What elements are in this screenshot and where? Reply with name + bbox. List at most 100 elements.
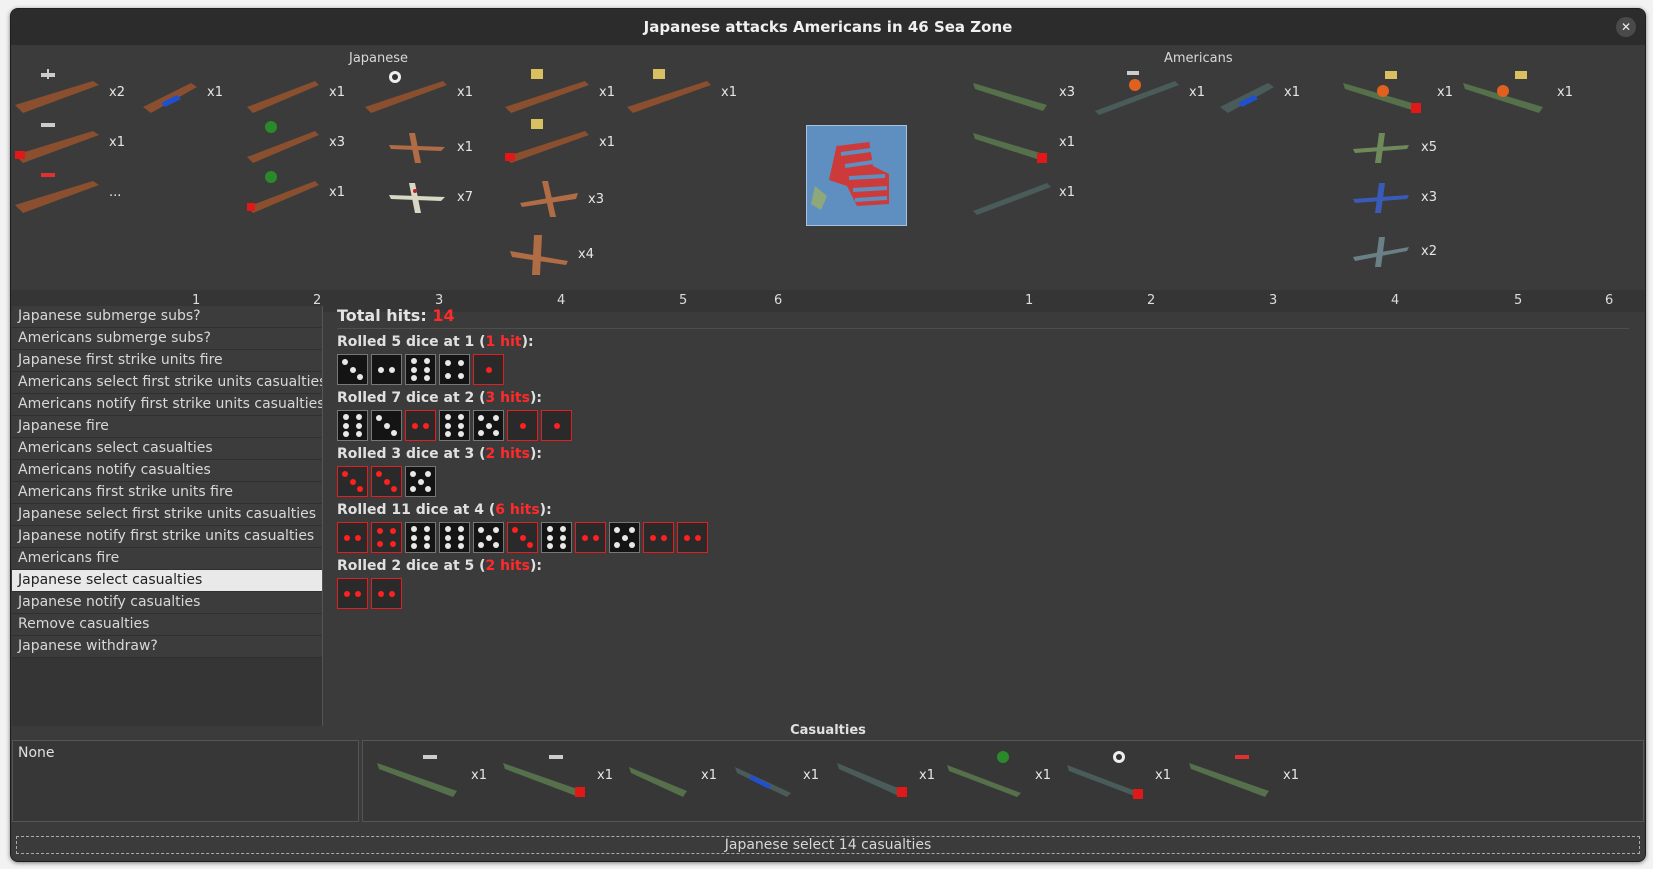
japanese-unit-carrier: x2 — [11, 67, 125, 117]
japanese-unit-heavy-bomber: x4 — [506, 231, 594, 277]
american-unit-fighter: x5 — [1349, 127, 1437, 167]
die-hit-icon — [473, 354, 504, 385]
american-unit-transport: x3 — [969, 67, 1075, 117]
carrier-damaged-icon — [503, 755, 585, 797]
die-icon — [337, 354, 368, 385]
roll-hits: 3 hits — [485, 390, 530, 406]
american-unit-battleship-burning-damaged: x1 — [1339, 67, 1453, 117]
battle-step-item[interactable]: Americans submerge subs? — [12, 328, 322, 350]
die-hit-icon — [507, 522, 538, 553]
casualties-none-panel: None — [12, 740, 359, 822]
battle-window: Japanese attacks Americans in 46 Sea Zon… — [10, 8, 1646, 862]
dice-row — [337, 466, 1637, 497]
sea-zone-map — [806, 125, 907, 226]
die-icon — [473, 522, 504, 553]
dice-row — [337, 354, 1637, 385]
casualties-units-panel: x1 x1 x1 x1 x1 x1 x1 x1 — [362, 740, 1644, 822]
die-icon — [405, 466, 436, 497]
battle-step-item[interactable]: Americans notify first strike units casu… — [12, 394, 322, 416]
die-hit-icon — [337, 522, 368, 553]
battleship-burning-damaged-icon — [1343, 71, 1421, 113]
battle-step-item[interactable]: Japanese withdraw? — [12, 636, 322, 658]
die-icon — [405, 522, 436, 553]
die-icon — [541, 522, 572, 553]
battleship-target-damaged-icon — [1067, 751, 1143, 799]
fighter-blue-icon — [1353, 183, 1409, 213]
japanese-unit-carrier-red-marker: ... — [11, 167, 121, 217]
heavy-bomber-icon — [510, 235, 568, 275]
bomber-icon — [520, 181, 578, 217]
sea-zone-map-icon — [807, 126, 906, 225]
cruiser-green-icon — [247, 121, 319, 163]
japanese-label: Japanese — [349, 51, 409, 66]
carrier-red-marker-icon — [1189, 755, 1269, 797]
battle-step-item[interactable]: Japanese submerge subs? — [12, 306, 322, 328]
casualty-unit-carrier-damaged: x1 — [499, 747, 613, 803]
roll-header: Rolled 7 dice at 2 (3 hits): — [337, 390, 542, 406]
battleship-target-icon — [365, 71, 447, 113]
roll-header: Rolled 5 dice at 1 (1 hit): — [337, 334, 534, 350]
total-hits: Total hits: 14 — [337, 306, 455, 325]
battle-step-item[interactable]: Remove casualties — [12, 614, 322, 636]
fighter-icon — [1353, 133, 1409, 163]
die-hit-icon — [337, 578, 368, 609]
battle-step-item[interactable]: Japanese select casualties — [12, 570, 322, 592]
battle-steps-list[interactable]: Japanese submerge subs? Americans submerg… — [12, 306, 323, 726]
status-bar: Japanese select 14 casualties — [16, 836, 1640, 854]
die-hit-icon — [371, 522, 402, 553]
american-unit-submarine: x1 — [1216, 67, 1300, 117]
roll-header: Rolled 11 dice at 4 (6 hits): — [337, 502, 552, 518]
japanese-unit-submarine: x1 — [139, 67, 223, 117]
die-hit-icon — [371, 466, 402, 497]
roll-header: Rolled 3 dice at 3 (2 hits): — [337, 446, 542, 462]
casualty-unit-carrier: x1 — [373, 747, 487, 803]
battle-step-item[interactable]: Japanese first strike units fire — [12, 350, 322, 372]
transport-grey-icon — [973, 183, 1051, 215]
die-hit-icon — [337, 466, 368, 497]
battle-step-item[interactable]: Americans select first strike units casu… — [12, 372, 322, 394]
japanese-unit-battleship: x1 — [501, 67, 615, 117]
transport-icon — [973, 83, 1047, 111]
die-icon — [405, 354, 436, 385]
roll-hits: 2 hits — [485, 558, 530, 574]
roll-hits: 2 hits — [485, 446, 530, 462]
battleship-icon — [505, 69, 589, 113]
battle-step-item[interactable]: Japanese notify casualties — [12, 592, 322, 614]
battleship-col5-icon — [627, 69, 711, 113]
casualties-none-label: None — [18, 745, 55, 761]
die-hit-icon — [643, 522, 674, 553]
fighter-icon — [389, 133, 445, 163]
transport-damaged-icon — [973, 133, 1047, 163]
american-unit-transport-grey: x1 — [969, 167, 1075, 217]
carrier-icon — [377, 755, 457, 797]
submarine-icon — [1220, 83, 1274, 113]
roll-header: Rolled 2 dice at 5 (2 hits): — [337, 558, 542, 574]
battle-step-item[interactable]: Japanese fire — [12, 416, 322, 438]
japanese-unit-fighter: x1 — [385, 127, 473, 167]
battle-step-item[interactable]: Americans first strike units fire — [12, 482, 322, 504]
american-unit-carrier-burning: x1 — [1091, 67, 1205, 117]
americans-label: Americans — [1164, 51, 1233, 66]
dice-row — [337, 410, 1637, 441]
battle-step-item[interactable]: Americans select casualties — [12, 438, 322, 460]
american-unit-fighter-blue: x3 — [1349, 177, 1437, 217]
battle-step-item[interactable]: Americans fire — [12, 548, 322, 570]
roll-hits: 1 hit — [485, 334, 522, 350]
die-icon — [439, 410, 470, 441]
roll-hits: 6 hits — [495, 502, 540, 518]
japanese-unit-bomber: x3 — [516, 177, 604, 221]
divider — [337, 328, 1629, 329]
close-icon[interactable]: ✕ — [1616, 17, 1636, 37]
dice-results-panel: Total hits: 14 Rolled 5 dice at 1 (1 hit… — [337, 306, 1637, 609]
battle-step-item[interactable]: Japanese notify first strike units casua… — [12, 526, 322, 548]
japanese-unit-carrier-damaged: x1 — [11, 117, 125, 167]
fighter-grey-icon — [1353, 237, 1409, 267]
die-icon — [473, 410, 504, 441]
battle-step-item[interactable]: Japanese select first strike units casua… — [12, 504, 322, 526]
die-hit-icon — [371, 578, 402, 609]
american-unit-transport-damaged: x1 — [969, 117, 1075, 167]
japanese-unit-battleship-damaged: x1 — [501, 117, 615, 167]
battle-step-item[interactable]: Americans notify casualties — [12, 460, 322, 482]
battleship-damaged-icon — [505, 119, 589, 163]
casualty-unit-transport-blue: x1 — [731, 747, 819, 803]
